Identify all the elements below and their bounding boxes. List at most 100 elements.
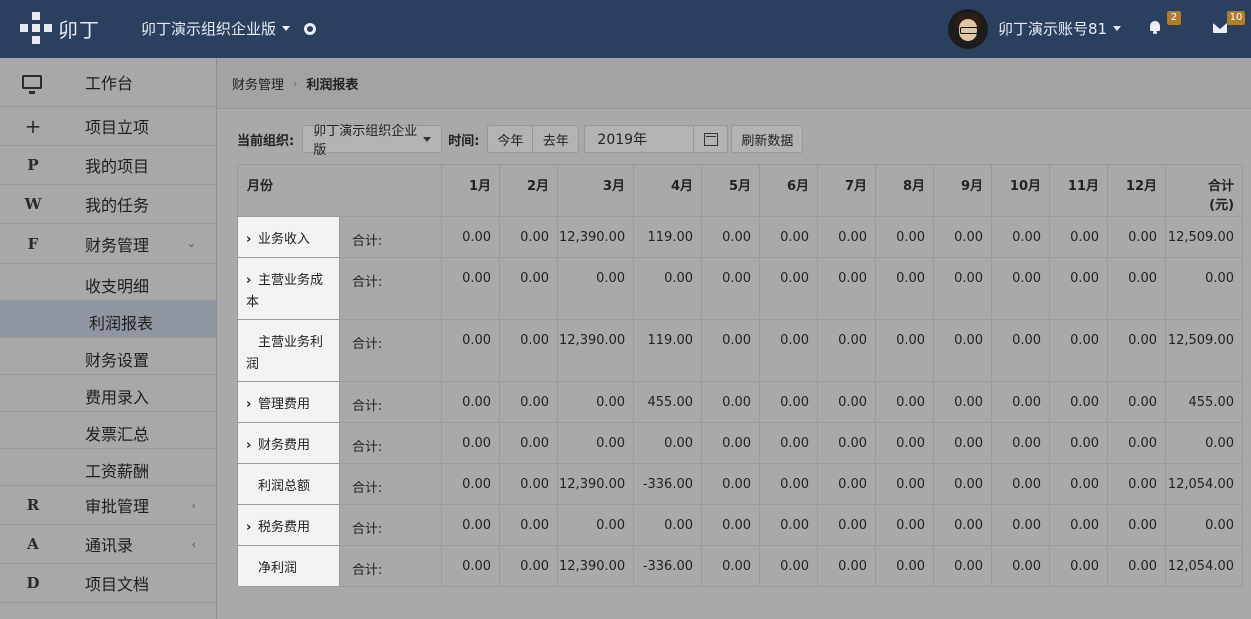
mail-icon[interactable] bbox=[1213, 23, 1227, 33]
month-value-cell: 0.00 bbox=[991, 463, 1051, 505]
notification-badge: 2 bbox=[1167, 11, 1181, 25]
month-value-cell: 0.00 bbox=[817, 381, 877, 423]
total-header-line2: (元) bbox=[1209, 198, 1235, 213]
org-name: 卯丁演示组织企业版 bbox=[141, 20, 277, 38]
month-value-cell: 0.00 bbox=[933, 422, 993, 464]
month-value-cell: 0.00 bbox=[875, 381, 935, 423]
month-value-cell: 0.00 bbox=[759, 504, 819, 546]
sidebar-item-workbench[interactable]: 工作台 bbox=[0, 58, 216, 107]
filter-bar: 当前组织: 卯丁演示组织企业版 时间: 今年 去年 2019年 刷新数据 bbox=[237, 124, 804, 158]
row-total-cell: 12,509.00 bbox=[1165, 216, 1244, 258]
refresh-button[interactable]: 刷新数据 bbox=[731, 125, 804, 153]
table-row: 主营业务利润 合计: 0.00 0.00 12,390.00 119.00 0.00 0.00… bbox=[237, 319, 1244, 382]
sidebar-sub-finance-settings[interactable]: 财务设置 bbox=[0, 338, 216, 375]
month-value-cell: 0.00 bbox=[441, 504, 501, 546]
r-letter-icon: R bbox=[26, 496, 40, 514]
month-value-cell: 0.00 bbox=[1107, 504, 1167, 546]
table-header-row: 月份 1月 2月 3月 4月 5月 6月 7月 8月 9月 10月 11月 12… bbox=[236, 164, 1244, 217]
month-value-cell: 0.00 bbox=[701, 381, 761, 423]
row-sum-label: 合计: bbox=[338, 463, 443, 505]
month-value-cell: 0.00 bbox=[1107, 422, 1167, 464]
row-sum-label: 合计: bbox=[338, 545, 443, 587]
sidebar-sub-label: 工资薪酬 bbox=[85, 462, 150, 481]
month-value-cell: 0.00 bbox=[1049, 463, 1109, 505]
chevron-right-icon[interactable]: › bbox=[246, 517, 258, 539]
sidebar-sub-profit-report[interactable]: 利润报表 bbox=[0, 301, 216, 338]
month-value-cell: 0.00 bbox=[1049, 381, 1109, 423]
chevron-right-icon[interactable]: › bbox=[246, 270, 258, 292]
month-value-cell: 0.00 bbox=[875, 504, 935, 546]
sidebar-item-my-tasks[interactable]: W 我的任务 bbox=[0, 185, 216, 224]
month-value-cell: 0.00 bbox=[557, 422, 635, 464]
sidebar-sub-income-details[interactable]: 收支明细 bbox=[0, 264, 216, 301]
sidebar-sub-label: 费用录入 bbox=[85, 388, 150, 407]
row-category-cell[interactable]: › 管理费用 bbox=[237, 381, 340, 423]
bell-icon[interactable] bbox=[1149, 21, 1161, 34]
p-letter-icon: P bbox=[27, 156, 39, 174]
sidebar-item-documents[interactable]: D 项目文档 bbox=[0, 564, 216, 603]
month-value-cell: 119.00 bbox=[633, 319, 703, 382]
chevron-right-icon[interactable]: › bbox=[246, 435, 258, 457]
row-category-cell[interactable]: › 财务费用 bbox=[237, 422, 340, 464]
d-letter-icon: D bbox=[26, 574, 40, 592]
row-total-cell: 12,054.00 bbox=[1165, 545, 1244, 587]
org-select[interactable]: 卯丁演示组织企业版 bbox=[302, 124, 443, 158]
sidebar-sub-invoice-summary[interactable]: 发票汇总 bbox=[0, 412, 216, 449]
last-year-button[interactable]: 去年 bbox=[533, 125, 580, 153]
sidebar-sub-expense-entry[interactable]: 费用录入 bbox=[0, 375, 216, 412]
sidebar-item-label: 通讯录 bbox=[85, 536, 134, 555]
month-value-cell: 0.00 bbox=[1107, 319, 1167, 382]
account-menu[interactable]: 卯丁演示账号81 bbox=[998, 18, 1122, 39]
gear-icon[interactable] bbox=[304, 23, 316, 35]
row-total-cell: 455.00 bbox=[1165, 381, 1244, 423]
month-value-cell: 0.00 bbox=[499, 463, 559, 505]
month-value-cell: 0.00 bbox=[1049, 257, 1109, 320]
this-year-button[interactable]: 今年 bbox=[487, 125, 534, 153]
avatar[interactable] bbox=[948, 9, 988, 49]
breadcrumb-parent[interactable]: 财务管理 bbox=[232, 74, 284, 93]
chevron-right-icon[interactable]: › bbox=[246, 394, 258, 416]
month-value-cell: 0.00 bbox=[1049, 216, 1109, 258]
month-value-cell: 0.00 bbox=[701, 463, 761, 505]
month-value-cell: 0.00 bbox=[817, 545, 877, 587]
col-header: 10月 bbox=[991, 164, 1051, 217]
row-sum-label: 合计: bbox=[338, 381, 443, 423]
sidebar-sub-payroll[interactable]: 工资薪酬 bbox=[0, 449, 216, 486]
row-category-name: 管理费用 bbox=[258, 397, 311, 412]
table-row: › 管理费用 合计: 0.00 0.00 0.00 455.00 0.00 0.00 0.00 0.… bbox=[237, 381, 1244, 423]
month-value-cell: 455.00 bbox=[633, 381, 703, 423]
table-row: › 税务费用 合计: 0.00 0.00 0.00 0.00 0.00 0.00 0.00 0.00… bbox=[237, 504, 1244, 546]
sidebar-item-approval[interactable]: R 审批管理 ‹ bbox=[0, 486, 216, 525]
sidebar-item-contacts[interactable]: A 通讯录 ‹ bbox=[0, 525, 216, 564]
month-value-cell: 0.00 bbox=[759, 545, 819, 587]
month-value-cell: 0.00 bbox=[499, 319, 559, 382]
month-value-cell: 0.00 bbox=[817, 216, 877, 258]
sidebar-sub-label: 利润报表 bbox=[89, 314, 154, 333]
row-category-cell: 利润总额 bbox=[237, 463, 340, 505]
month-value-cell: 0.00 bbox=[499, 422, 559, 464]
month-value-cell: 0.00 bbox=[875, 216, 935, 258]
org-select-value: 卯丁演示组织企业版 bbox=[313, 124, 418, 158]
chevron-right-icon[interactable]: › bbox=[246, 229, 258, 251]
month-value-cell: 0.00 bbox=[817, 504, 877, 546]
row-category-cell[interactable]: › 主营业务成本 bbox=[237, 257, 340, 320]
sidebar-item-my-projects[interactable]: P 我的项目 bbox=[0, 146, 216, 185]
calendar-button[interactable] bbox=[694, 125, 729, 153]
row-category-cell[interactable]: › 税务费用 bbox=[237, 504, 340, 546]
sidebar-item-label: 项目文档 bbox=[85, 575, 150, 594]
time-label: 时间: bbox=[448, 133, 480, 149]
monitor-icon bbox=[22, 75, 42, 94]
sidebar-item-finance[interactable]: F 财务管理 ⌄ bbox=[0, 224, 216, 264]
row-category-cell[interactable]: › 业务收入 bbox=[237, 216, 340, 258]
month-value-cell: 0.00 bbox=[441, 319, 501, 382]
sidebar-item-project-setup[interactable]: + 项目立项 bbox=[0, 107, 216, 146]
table-row: 利润总额 合计: 0.00 0.00 12,390.00 -336.00 0.00 0.00 0… bbox=[237, 463, 1244, 505]
account-name: 卯丁演示账号81 bbox=[998, 20, 1108, 38]
row-total-cell: 0.00 bbox=[1165, 257, 1244, 320]
month-value-cell: 0.00 bbox=[1049, 422, 1109, 464]
app-logo[interactable]: 卯丁 bbox=[20, 12, 100, 44]
year-input[interactable]: 2019年 bbox=[584, 125, 695, 153]
org-switcher[interactable]: 卯丁演示组织企业版 bbox=[141, 18, 291, 39]
sidebar-item-label: 工作台 bbox=[85, 74, 134, 93]
month-value-cell: 0.00 bbox=[817, 319, 877, 382]
